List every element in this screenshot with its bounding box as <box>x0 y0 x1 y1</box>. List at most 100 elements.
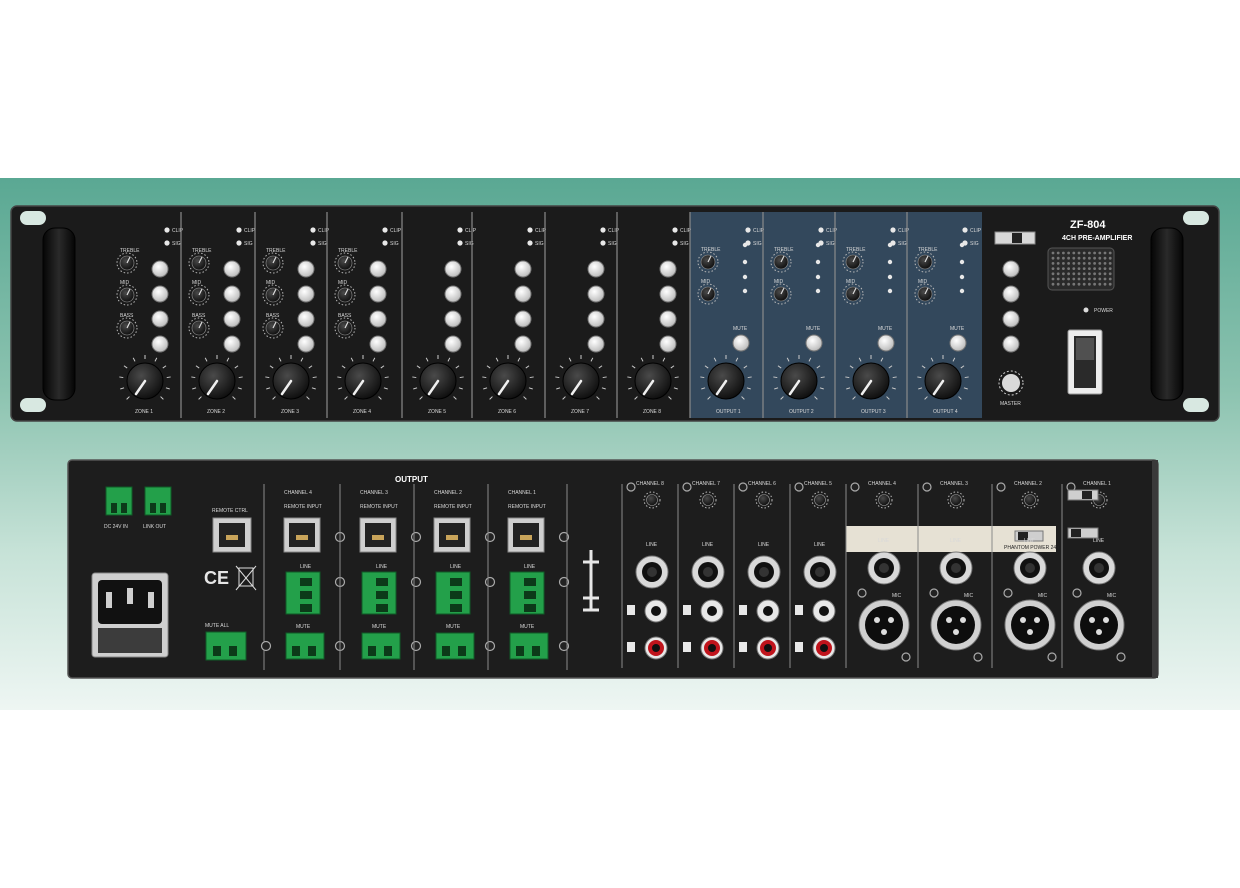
line-label: LINE <box>1093 538 1105 544</box>
screw <box>738 482 748 492</box>
mute-button[interactable] <box>805 334 823 352</box>
dc-in-terminal[interactable] <box>105 486 133 516</box>
input-select-button[interactable] <box>659 285 677 303</box>
remote-ctrl-port[interactable] <box>212 517 252 553</box>
line-jack[interactable] <box>1013 551 1047 585</box>
selector-switch[interactable] <box>994 231 1036 245</box>
input-select-button[interactable] <box>297 285 315 303</box>
input-select-button[interactable] <box>444 335 462 353</box>
zone-label: ZONE 7 <box>571 409 589 415</box>
level-led <box>815 242 821 248</box>
clip-led-label: CLIP <box>172 228 184 234</box>
input-select-button[interactable] <box>223 310 241 328</box>
input-select-button[interactable] <box>369 335 387 353</box>
phantom-label: PHANTOM POWER 24V <box>1004 545 1060 551</box>
remote-input-port[interactable] <box>283 517 321 553</box>
rca-white-jack[interactable] <box>812 599 836 623</box>
eq-label: MID <box>701 279 711 285</box>
line-terminal[interactable] <box>509 571 545 615</box>
input-select-button[interactable] <box>369 310 387 328</box>
line-jack[interactable] <box>635 555 669 589</box>
line-jack[interactable] <box>691 555 725 589</box>
priority-button[interactable] <box>1002 335 1020 353</box>
input-select-button[interactable] <box>514 335 532 353</box>
priority-button[interactable] <box>1002 310 1020 328</box>
screw <box>794 482 804 492</box>
power-switch[interactable] <box>1067 329 1103 395</box>
input-select-button[interactable] <box>587 260 605 278</box>
line-jack[interactable] <box>803 555 837 589</box>
input-select-button[interactable] <box>587 335 605 353</box>
remote-input-port[interactable] <box>359 517 397 553</box>
xlr-mic-input[interactable] <box>1073 599 1125 651</box>
mute-label: MUTE <box>520 624 535 630</box>
eq-label: MID <box>266 280 276 286</box>
rca-white-jack[interactable] <box>700 599 724 623</box>
input-select-button[interactable] <box>151 260 169 278</box>
input-select-button[interactable] <box>151 310 169 328</box>
line-label: LINE <box>376 564 388 570</box>
line-terminal[interactable] <box>285 571 321 615</box>
input-select-button[interactable] <box>223 260 241 278</box>
sig-led-label: SIG <box>318 241 327 247</box>
clip-led <box>310 227 316 233</box>
master-knob[interactable] <box>998 370 1024 396</box>
sig-led <box>164 240 170 246</box>
ac-power-inlet[interactable] <box>91 572 169 658</box>
line-label: LINE <box>814 542 826 548</box>
mute-button[interactable] <box>949 334 967 352</box>
rca-red-jack[interactable] <box>700 636 724 660</box>
input-select-button[interactable] <box>297 260 315 278</box>
rca-white-jack[interactable] <box>644 599 668 623</box>
screw <box>1116 652 1126 662</box>
remote-input-port[interactable] <box>507 517 545 553</box>
rca-red-jack[interactable] <box>756 636 780 660</box>
mute-terminal[interactable] <box>285 632 325 660</box>
input-select-button[interactable] <box>151 285 169 303</box>
rca-red-jack[interactable] <box>812 636 836 660</box>
line-jack[interactable] <box>747 555 781 589</box>
xlr-mic-input[interactable] <box>930 599 982 651</box>
link-out-terminal[interactable] <box>144 486 172 516</box>
line-terminal[interactable] <box>361 571 397 615</box>
mute-terminal[interactable] <box>435 632 475 660</box>
input-select-button[interactable] <box>223 335 241 353</box>
mute-button[interactable] <box>732 334 750 352</box>
mute-all-terminal[interactable] <box>205 631 247 661</box>
rca-red-jack[interactable] <box>644 636 668 660</box>
input-select-button[interactable] <box>151 335 169 353</box>
mute-terminal[interactable] <box>509 632 549 660</box>
input-select-button[interactable] <box>587 310 605 328</box>
xlr-mic-input[interactable] <box>858 599 910 651</box>
mute-button[interactable] <box>877 334 895 352</box>
eq-label: BASS <box>266 313 280 319</box>
input-select-button[interactable] <box>514 285 532 303</box>
input-select-button[interactable] <box>659 260 677 278</box>
input-select-button[interactable] <box>369 260 387 278</box>
eq-label: BASS <box>192 313 206 319</box>
input-select-button[interactable] <box>514 310 532 328</box>
rca-marker <box>739 605 747 615</box>
rca-white-jack[interactable] <box>756 599 780 623</box>
input-select-button[interactable] <box>223 285 241 303</box>
level-led <box>742 274 748 280</box>
remote-input-port[interactable] <box>433 517 471 553</box>
line-jack[interactable] <box>867 551 901 585</box>
xlr-mic-input[interactable] <box>1004 599 1056 651</box>
input-select-button[interactable] <box>444 310 462 328</box>
line-jack[interactable] <box>1082 551 1116 585</box>
priority-button[interactable] <box>1002 285 1020 303</box>
input-select-button[interactable] <box>514 260 532 278</box>
mute-terminal[interactable] <box>361 632 401 660</box>
line-jack[interactable] <box>939 551 973 585</box>
input-select-button[interactable] <box>444 260 462 278</box>
input-select-button[interactable] <box>297 335 315 353</box>
input-select-button[interactable] <box>659 335 677 353</box>
input-select-button[interactable] <box>297 310 315 328</box>
input-select-button[interactable] <box>444 285 462 303</box>
input-select-button[interactable] <box>659 310 677 328</box>
priority-button[interactable] <box>1002 260 1020 278</box>
line-terminal[interactable] <box>435 571 471 615</box>
input-select-button[interactable] <box>369 285 387 303</box>
input-select-button[interactable] <box>587 285 605 303</box>
